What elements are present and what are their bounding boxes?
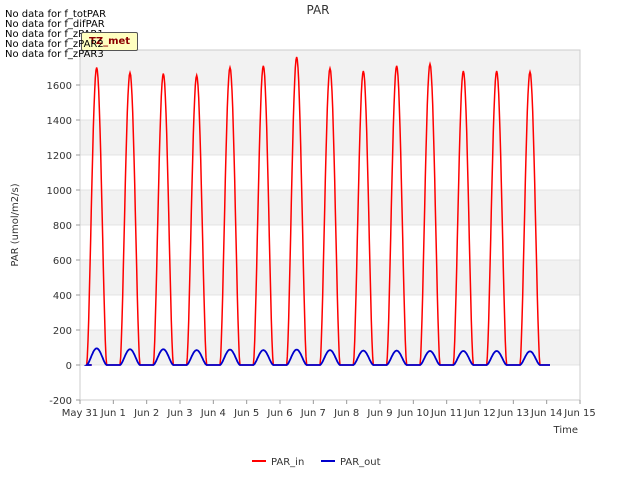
x-tick-label: Jun 7 [300, 408, 326, 419]
y-tick-label: 1200 [47, 151, 72, 162]
y-tick-label: 1400 [47, 116, 72, 127]
x-tick-label: Jun 6 [266, 408, 292, 419]
legend-label-par-in: PAR_in [271, 457, 304, 468]
y-tick-label: -200 [49, 396, 72, 407]
y-tick-label: 800 [53, 221, 72, 232]
y-tick-label: 0 [66, 361, 72, 372]
chart-canvas: -20002004006008001000120014001600May 31 J… [10, 3, 596, 468]
x-tick-label: Jun 2 [133, 408, 159, 419]
x-tick-label: Jun 5 [233, 408, 259, 419]
legend: PAR_in PAR_out [252, 457, 381, 468]
plot-band [80, 190, 580, 225]
no-data-message: No data for f_zPAR3 [5, 49, 104, 60]
x-tick-label: Jun 4 [200, 408, 226, 419]
x-tick-label: Jun 12 [463, 408, 496, 419]
x-tick-label: Jun 13 [497, 408, 530, 419]
x-tick-label: Jun 3 [166, 408, 192, 419]
chart-title: PAR [306, 3, 329, 17]
x-tick-label: Jun 15 [563, 408, 596, 419]
x-tick-label: Jun 1 [100, 408, 126, 419]
x-tick-label: Jun 10 [397, 408, 430, 419]
x-tick-label: Jun 8 [333, 408, 359, 419]
plot-band [80, 260, 580, 295]
y-tick-label: 600 [53, 256, 72, 267]
x-tick-label: Jun 14 [530, 408, 563, 419]
par-chart: -200 0 200 400 600 800 1000 1200 1400 1600 May 31 J… [0, 0, 640, 480]
legend-label-par-out: PAR_out [340, 457, 381, 468]
y-tick-label: 200 [53, 326, 72, 337]
plot-band [80, 120, 580, 155]
y-axis-label: PAR (umol/m2/s) [10, 183, 21, 266]
y-tick-label: 1600 [47, 81, 72, 92]
x-axis-label: Time [553, 425, 578, 436]
y-tick-label: 400 [53, 291, 72, 302]
x-tick-label: Jun 11 [430, 408, 463, 419]
y-tick-label: 1000 [47, 186, 72, 197]
x-tick-label: May 31 [62, 408, 99, 419]
x-tick-label: Jun 9 [366, 408, 392, 419]
